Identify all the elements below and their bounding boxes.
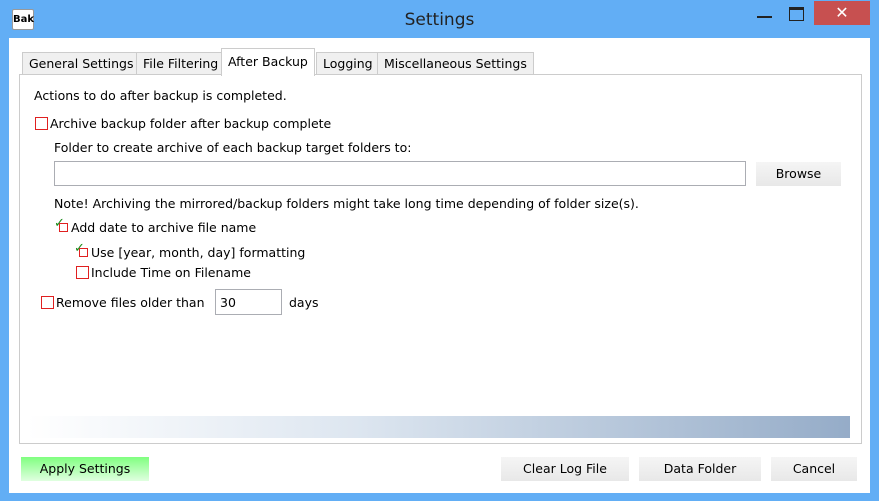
archive-label: Archive backup folder after backup compl… [50, 116, 332, 131]
include-time-checkbox[interactable] [76, 266, 89, 279]
after-backup-panel: Actions to do after backup is completed.… [19, 74, 862, 444]
days-input[interactable] [215, 289, 282, 315]
tab-logging[interactable]: Logging [316, 52, 380, 75]
clear-log-file-button[interactable]: Clear Log File [501, 457, 629, 481]
archive-folder-input[interactable] [54, 161, 746, 186]
settings-window: Bak Settings ✕ General Settings File Fil… [0, 0, 879, 501]
check-icon: ✓ [54, 216, 65, 231]
tab-miscellaneous-settings[interactable]: Miscellaneous Settings [377, 52, 534, 75]
remove-files-checkbox[interactable] [41, 296, 54, 309]
include-time-label: Include Time on Filename [91, 265, 251, 280]
ymd-label: Use [year, month, day] formatting [91, 245, 306, 260]
remove-files-label: Remove files older than [56, 295, 205, 310]
folder-label: Folder to create archive of each backup … [54, 140, 412, 155]
window-title: Settings [404, 10, 475, 30]
panel-heading: Actions to do after backup is completed. [34, 88, 287, 103]
minimize-button[interactable] [757, 16, 772, 18]
close-button[interactable]: ✕ [814, 1, 870, 25]
archive-note: Note! Archiving the mirrored/backup fold… [54, 196, 639, 211]
check-icon: ✓ [74, 241, 85, 256]
tab-file-filtering[interactable]: File Filtering [136, 52, 226, 75]
archive-checkbox[interactable] [35, 117, 48, 130]
days-label: days [289, 295, 319, 310]
tab-general-settings[interactable]: General Settings [22, 52, 141, 75]
cancel-button[interactable]: Cancel [771, 457, 857, 481]
progress-strip [27, 416, 850, 438]
tab-after-backup[interactable]: After Backup [221, 48, 315, 76]
client-area: General Settings File Filtering After Ba… [9, 38, 870, 493]
browse-button[interactable]: Browse [756, 162, 841, 186]
data-folder-button[interactable]: Data Folder [639, 457, 761, 481]
add-date-label: Add date to archive file name [71, 220, 257, 235]
apply-settings-button[interactable]: Apply Settings [21, 457, 149, 481]
maximize-button[interactable] [789, 7, 804, 21]
